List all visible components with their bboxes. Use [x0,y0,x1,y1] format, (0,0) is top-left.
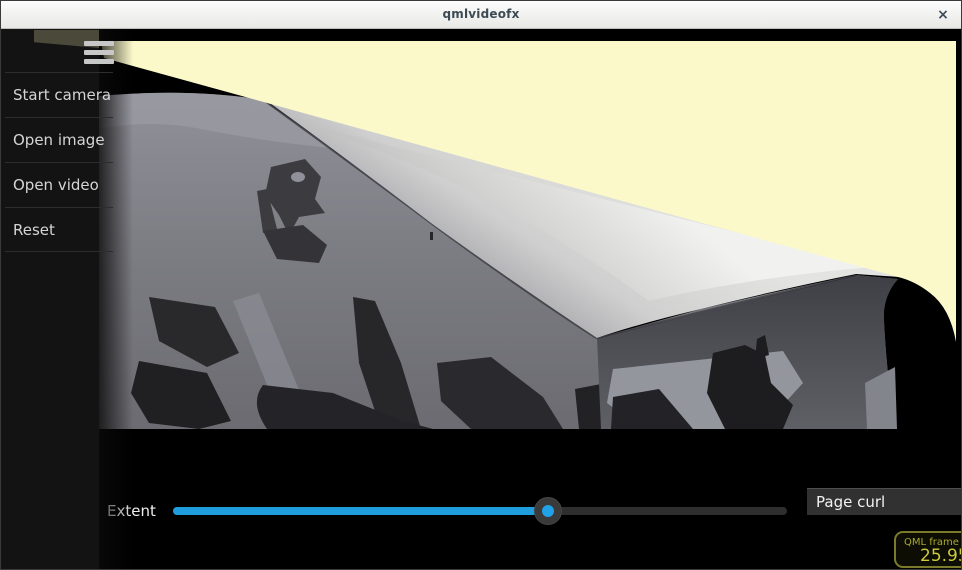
hamburger-menu-icon[interactable] [84,41,114,64]
close-icon[interactable]: × [934,6,952,24]
sidebar-item-start-camera[interactable]: Start camera [5,72,113,117]
extent-slider-track[interactable] [173,507,787,515]
hamburger-bar [84,59,114,64]
hamburger-bar [84,50,114,55]
video-effect-scene [1,1,962,570]
app-window: Extent Start camera Open image Open vide… [0,0,962,570]
sidebar-item-reset[interactable]: Reset [5,207,113,252]
hamburger-bar [84,41,114,46]
sidebar: Start camera Open image Open video Reset [1,29,133,570]
extent-slider-fill [173,507,548,515]
extent-slider-handle[interactable] [534,497,562,525]
sidebar-item-open-image[interactable]: Open image [5,117,113,162]
extent-slider-handle-dot [542,505,554,517]
sidebar-menu: Start camera Open image Open video Reset [5,72,113,252]
sidebar-item-open-video[interactable]: Open video [5,162,113,207]
fps-badge-value: 25.95 [896,546,962,566]
fps-status-badge: QML frame r... 25.95 [894,531,962,568]
titlebar[interactable]: qmlvideofx × [1,1,961,29]
window-title: qmlvideofx [1,7,961,21]
effect-selector-button[interactable]: Page curl [807,488,962,515]
